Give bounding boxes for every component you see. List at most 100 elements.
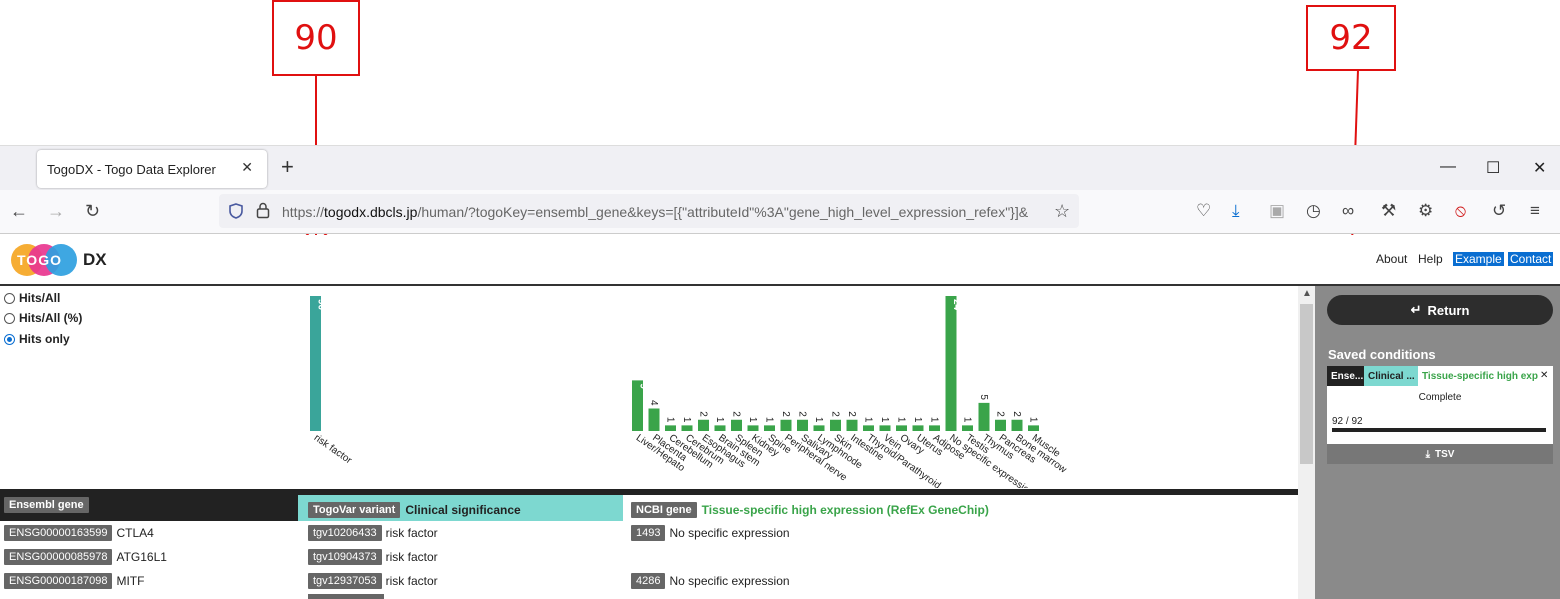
tsv-download-button[interactable]: ⤓ TSV [1327, 444, 1553, 464]
bar[interactable] [747, 425, 759, 431]
bar[interactable] [648, 408, 660, 432]
variant-cell: tgv12937053 risk factor [308, 573, 438, 589]
table-row: ENSG00000085978 ATG16L1 tgv10904373 risk… [0, 546, 1298, 570]
bar[interactable] [863, 425, 874, 431]
bar-value-label: 5 [978, 394, 989, 400]
nav-about[interactable]: About [1376, 252, 1407, 266]
history-icon[interactable]: ◷ [1306, 202, 1321, 220]
bar[interactable] [929, 425, 940, 431]
gene-id-chip[interactable]: ENSG00000187098 [4, 573, 113, 589]
nav-contact[interactable]: Contact [1508, 252, 1554, 266]
variant-id-chip[interactable]: tgv10904373 [308, 549, 382, 565]
reload-icon[interactable]: ↻ [85, 202, 100, 220]
pocket-icon[interactable]: ♡ [1196, 202, 1211, 220]
scroll-up-icon[interactable]: ▲ [1302, 288, 1312, 299]
column-title: Clinical significance [405, 503, 521, 517]
bar[interactable] [830, 419, 841, 431]
remove-condition-icon[interactable]: ✕ [1540, 370, 1548, 381]
forward-icon[interactable]: → [47, 202, 65, 220]
expression-value: No specific expression [669, 574, 790, 588]
bar[interactable] [797, 419, 808, 431]
return-button[interactable]: ↵ Return [1327, 295, 1553, 325]
close-window-icon[interactable]: ✕ [1533, 158, 1546, 178]
new-tab-icon[interactable]: + [281, 156, 294, 178]
table-row: ENSG00000163599 CTLA4 tgv10206433 risk f… [0, 522, 1298, 546]
bar[interactable] [995, 419, 1006, 431]
bar[interactable] [846, 419, 858, 431]
bar[interactable] [698, 419, 709, 431]
bar[interactable] [665, 425, 676, 431]
menu-icon[interactable]: ≡ [1530, 202, 1540, 220]
bar[interactable] [764, 425, 775, 431]
logo-text: TOGO [17, 252, 62, 268]
restore-icon[interactable]: ↺ [1492, 202, 1506, 220]
bar[interactable] [1011, 419, 1023, 431]
bar[interactable] [813, 425, 825, 431]
browser-tab-title: TogoDX - Togo Data Explorer [47, 161, 216, 177]
bookmark-star-icon[interactable]: ☆ [1054, 201, 1070, 222]
results-table-header: Ensembl gene TogoVar variant Clinical si… [0, 489, 1298, 521]
block-icon[interactable]: ⦸ [1455, 202, 1466, 220]
gene-id-chip[interactable]: ENSG00000163599 [4, 525, 113, 541]
condition-segment-clinical: Clinical ... [1364, 366, 1418, 386]
close-tab-icon[interactable]: ✕ [241, 159, 253, 176]
url-bar[interactable]: https://togodx.dbcls.jp/human/?togoKey=e… [219, 194, 1079, 228]
ncbi-id-chip[interactable]: 4286 [631, 573, 666, 589]
ncbi-cell: 4286 No specific expression [631, 573, 790, 589]
bar[interactable] [310, 296, 321, 431]
main-scrollbar[interactable]: ▲ [1298, 286, 1315, 599]
browser-tab-togodx[interactable]: TogoDX - Togo Data Explorer ✕ [37, 150, 267, 188]
bar[interactable] [714, 425, 726, 431]
screenshot-icon[interactable]: ▣ [1269, 202, 1285, 220]
scrollbar-thumb[interactable] [1300, 304, 1313, 464]
bar-value-label: 1 [879, 417, 890, 423]
ncbi-id-chip[interactable]: 1493 [631, 525, 666, 541]
return-label: Return [1427, 302, 1470, 318]
radio-hits-only[interactable]: Hits only [4, 332, 70, 346]
radio-label: Hits/All [19, 291, 61, 305]
bar[interactable] [1028, 425, 1039, 431]
nav-help[interactable]: Help [1418, 252, 1443, 266]
progress-fill [1332, 428, 1546, 432]
download-icon[interactable]: ⤓ [1232, 202, 1240, 220]
column-title: Tissue-specific high expression (RefEx G… [701, 503, 989, 517]
radio-hits-all-percent[interactable]: Hits/All (%) [4, 311, 82, 325]
radio-hits-all[interactable]: Hits/All [4, 291, 60, 305]
saved-condition-card[interactable]: Ense... Clinical ... Tissue-specific hig… [1327, 366, 1553, 450]
bar-value-label: 2 [797, 411, 808, 417]
togodx-logo[interactable]: TOGO DX [11, 244, 107, 276]
gene-id-chip[interactable]: ENSG00000085978 [4, 549, 113, 565]
variant-id-chip[interactable]: tgv10206433 [308, 525, 382, 541]
tsv-label: TSV [1434, 448, 1455, 460]
hits-bar-chart: 90risk factor9Liver/Hepato4Placenta1Cere… [310, 296, 1069, 488]
bar-value-label: 1 [747, 417, 758, 423]
table-row: ENSG00000187098 MITF tgv12937053 risk fa… [0, 570, 1298, 594]
bar-value-label: 2 [698, 411, 709, 417]
settings-gear-icon[interactable]: ⚙ [1418, 202, 1433, 220]
back-icon[interactable]: ← [10, 202, 28, 220]
wrench-icon[interactable]: ⚒ [1381, 202, 1396, 220]
radio-dot-selected[interactable] [4, 333, 15, 345]
radio-dot[interactable] [4, 312, 15, 324]
column-chip: TogoVar variant [308, 502, 401, 518]
radio-dot[interactable] [4, 292, 15, 304]
bar-value-label: 2 [995, 411, 1006, 417]
minimize-icon[interactable]: — [1440, 158, 1456, 176]
condition-segment-ensembl: Ense... [1327, 366, 1364, 386]
bar[interactable] [780, 419, 792, 431]
nav-example[interactable]: Example [1453, 252, 1504, 266]
variant-id-chip[interactable]: tgv12937053 [308, 573, 382, 589]
bar[interactable] [945, 296, 957, 431]
maximize-icon[interactable]: ☐ [1486, 158, 1500, 178]
bar[interactable] [879, 425, 891, 431]
bar[interactable] [681, 425, 693, 431]
bar[interactable] [896, 425, 907, 431]
bar[interactable] [912, 425, 924, 431]
bar[interactable] [731, 419, 742, 431]
bar[interactable] [962, 425, 973, 431]
return-arrow-icon: ↵ [1410, 302, 1422, 317]
private-mask-icon[interactable]: ∞ [1342, 202, 1354, 220]
condition-count: 92 / 92 [1332, 416, 1363, 427]
bar-value-label: 9 [638, 383, 649, 389]
bar[interactable] [978, 402, 990, 431]
